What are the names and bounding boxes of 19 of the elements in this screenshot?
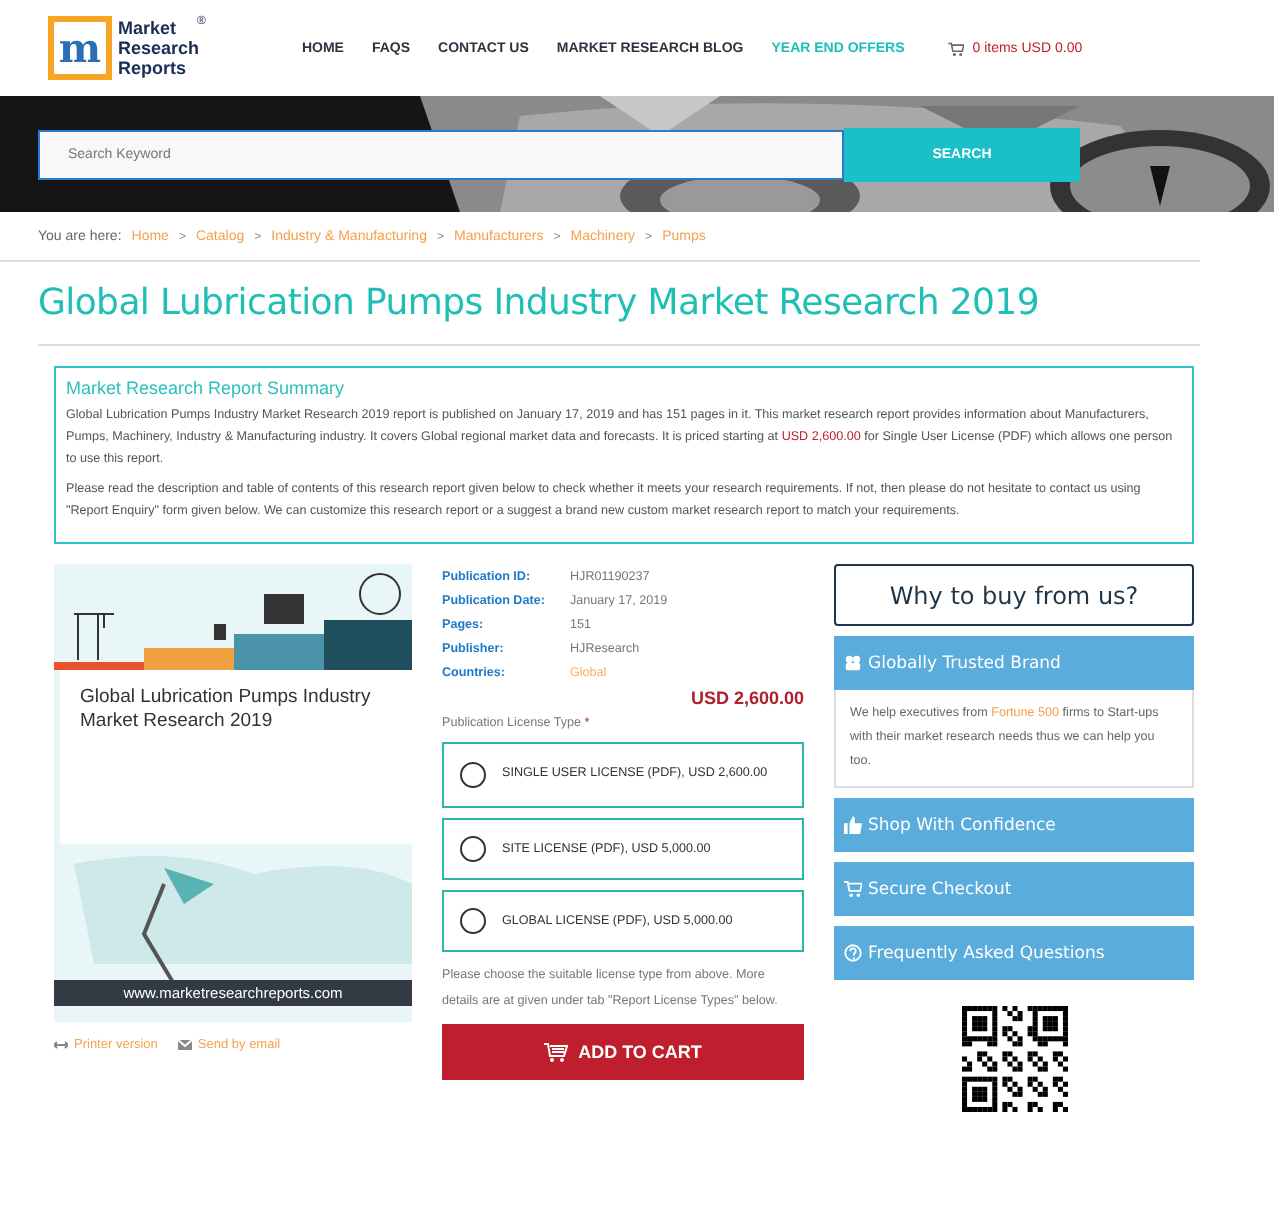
accordion-header[interactable]: Shop With Confidence	[834, 798, 1194, 852]
group-icon	[844, 654, 862, 672]
section-heading: Why to buy from us?	[834, 564, 1194, 626]
cart-icon	[844, 880, 862, 898]
cart-icon	[948, 41, 965, 55]
thumbs-up-icon	[844, 816, 862, 834]
cover-title: Global Lubrication Pumps Industry Market Research 2019	[60, 670, 412, 844]
accordion-header[interactable]: Globally Trusted Brand	[834, 636, 1194, 690]
accordion-header[interactable]: Secure Checkout	[834, 862, 1194, 916]
arrows-icon	[54, 1040, 68, 1050]
page-title: Global Lubrication Pumps Industry Market Research 2019	[38, 262, 1200, 346]
question-icon	[844, 944, 862, 962]
accordion-header[interactable]: Frequently Asked Questions	[834, 926, 1194, 980]
envelope-icon	[177, 1040, 192, 1050]
qr-code-icon	[961, 1006, 1067, 1112]
add-to-cart-button[interactable]: ADD TO CART	[442, 1024, 804, 1080]
cart-icon	[544, 1042, 569, 1062]
summary-heading: Market Research Report Summary	[66, 378, 347, 398]
price: USD 2,600.00	[690, 688, 804, 708]
